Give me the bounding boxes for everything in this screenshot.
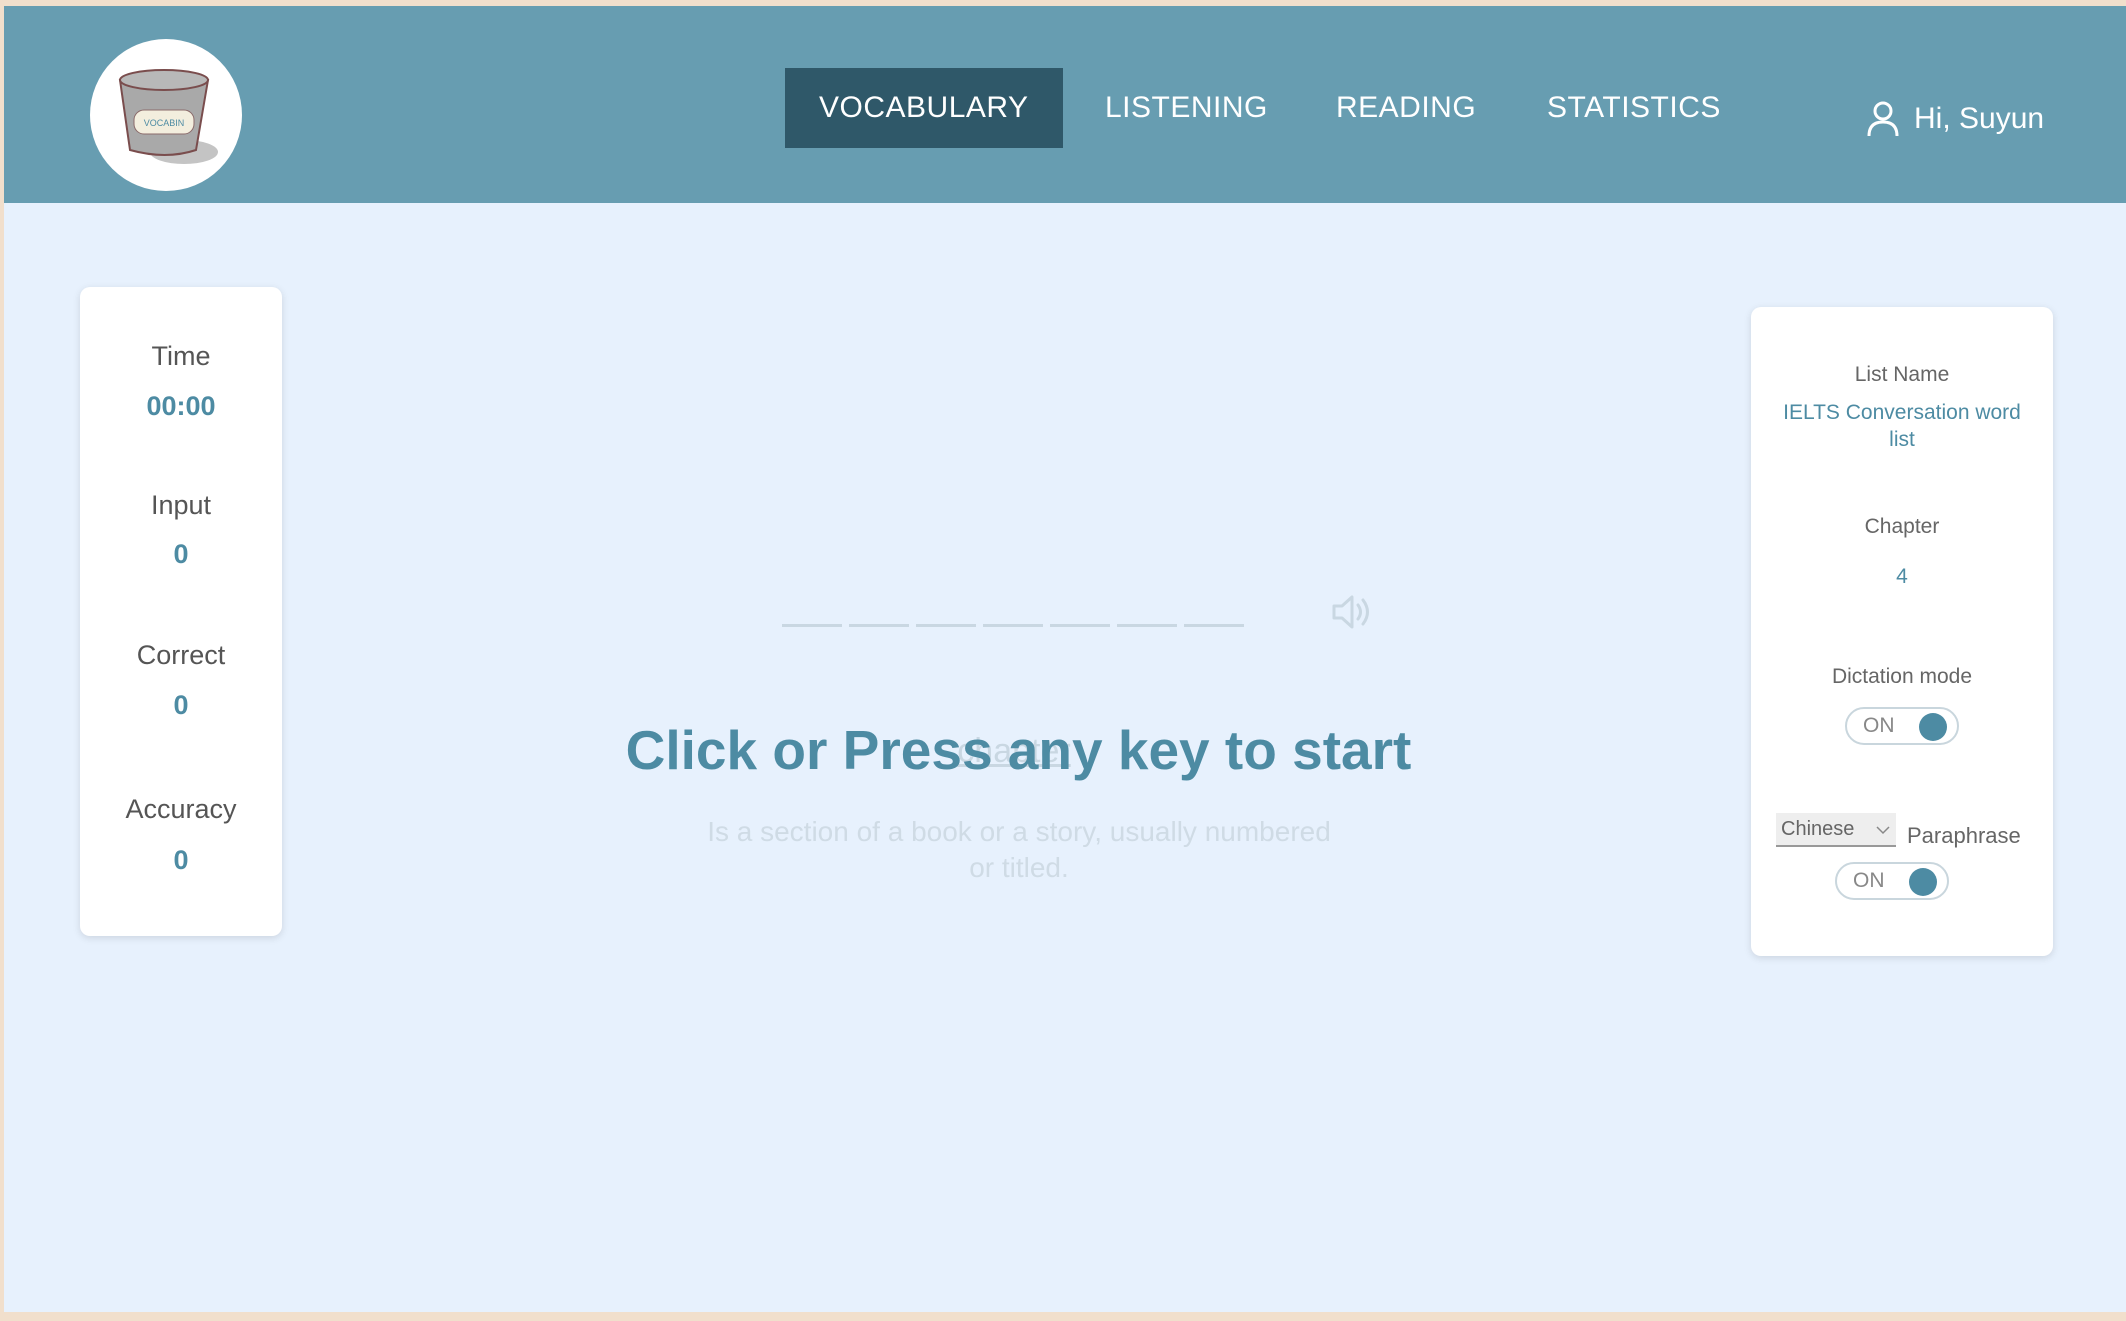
user-greeting: Hi, Suyun [1914, 102, 2045, 135]
app-frame: VOCABIN VOCABULARY LISTENING READING STA… [4, 6, 2126, 1312]
letter-slot [1117, 624, 1177, 627]
top-navigation-bar: VOCABIN VOCABULARY LISTENING READING STA… [4, 6, 2126, 203]
logo-text: VOCABIN [144, 118, 185, 128]
word-definition: Is a section of a book or a story, usual… [707, 816, 1331, 883]
dictation-mode-label: Dictation mode [1831, 665, 1973, 688]
paraphrase-toggle[interactable]: ON [1835, 862, 1949, 900]
toggle-knob [1909, 868, 1937, 896]
chapter-value[interactable]: 4 [1781, 563, 2023, 590]
speaker-icon[interactable] [1330, 592, 1374, 632]
user-menu[interactable]: Hi, Suyun [1866, 94, 2044, 144]
time-label: Time [151, 341, 211, 371]
chevron-down-icon [1876, 826, 1890, 835]
dictation-mode-toggle[interactable]: ON [1845, 707, 1959, 745]
letter-slot [849, 624, 909, 627]
letter-slot [916, 624, 976, 627]
letter-slot [782, 624, 842, 627]
list-name-label: List Name [1854, 363, 1950, 386]
accuracy-value: 0 [173, 845, 189, 875]
input-label: Input [150, 490, 212, 520]
letter-slot [1050, 624, 1110, 627]
nav-listening[interactable]: LISTENING [1105, 68, 1268, 148]
letter-slot [983, 624, 1043, 627]
paraphrase-toggle-state: ON [1853, 869, 1885, 892]
language-selected: Chinese [1781, 818, 1855, 840]
user-icon [1867, 101, 1899, 137]
language-select[interactable]: Chinese [1776, 813, 1896, 847]
logo[interactable]: VOCABIN [90, 39, 242, 191]
correct-value: 0 [173, 690, 189, 720]
nav-statistics[interactable]: STATISTICS [1547, 68, 1721, 148]
input-value: 0 [173, 539, 189, 569]
correct-label: Correct [136, 640, 226, 670]
chapter-label: Chapter [1864, 515, 1940, 538]
time-value: 00:00 [146, 391, 216, 421]
toggle-knob [1919, 713, 1947, 741]
paraphrase-label: Paraphrase [1907, 823, 2021, 848]
accuracy-label: Accuracy [125, 794, 237, 824]
letter-slot [1184, 624, 1244, 627]
nav-reading[interactable]: READING [1336, 68, 1476, 148]
list-name-value[interactable]: IELTS Conversation word list [1781, 399, 2023, 453]
start-prompt[interactable]: Click or Press any key to start [4, 718, 2033, 782]
nav-vocabulary[interactable]: VOCABULARY [785, 68, 1063, 148]
settings-panel: List Name IELTS Conversation word list C… [1751, 307, 2053, 956]
stats-panel: Time 00:00 Input 0 Correct 0 Accuracy 0 [80, 287, 282, 936]
bucket-logo-icon: VOCABIN [118, 69, 218, 164]
dictation-toggle-state: ON [1863, 714, 1895, 737]
